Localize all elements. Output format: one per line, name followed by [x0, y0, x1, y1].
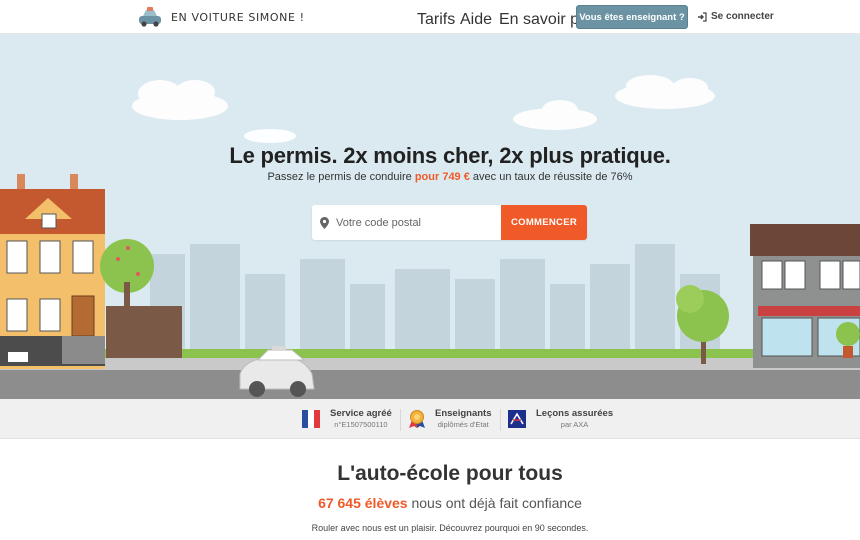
postal-code-field[interactable]: [312, 205, 501, 240]
trust-sub: n°E1507500110: [334, 420, 388, 429]
trust-item-service: Service agréé n°E1507500110: [302, 408, 392, 429]
french-flag-icon: [302, 409, 320, 428]
divider: [400, 409, 401, 431]
login-link[interactable]: Se connecter: [697, 11, 774, 22]
hero-subtitle: Passez le permis de conduire pour 749 € …: [0, 171, 860, 183]
students-stat: 67 645 élèves nous ont déjà fait confian…: [0, 495, 860, 511]
right-building: [750, 224, 860, 368]
logo[interactable]: EN VOITURE SIMONE !: [137, 5, 305, 29]
video-teaser-text: Rouler avec nous est un plaisir. Découvr…: [311, 523, 589, 533]
trust-bar: Service agréé n°E1507500110 Enseignants …: [0, 399, 860, 439]
sign-in-icon: [698, 11, 707, 22]
section-title: L'auto-école pour tous: [337, 462, 563, 485]
nav-tarifs[interactable]: Tarifs: [417, 11, 455, 29]
axa-logo-icon: [508, 409, 526, 428]
medal-icon: [409, 409, 425, 428]
postal-code-input[interactable]: [336, 216, 486, 229]
hero-section: Le permis. 2x moins cher, 2x plus pratiq…: [0, 34, 860, 399]
hero-title: Le permis. 2x moins cher, 2x plus pratiq…: [229, 143, 671, 168]
top-navbar: EN VOITURE SIMONE ! Tarifs Aide En savoi…: [0, 0, 860, 34]
hero-price: pour 749 €: [414, 171, 470, 183]
hero-subtitle-before: Passez le permis de conduire: [267, 171, 415, 183]
postal-code-form: COMMENCER: [312, 205, 587, 240]
students-count: 67 645 élèves: [318, 495, 408, 511]
map-pin-icon: [320, 216, 329, 229]
start-button[interactable]: COMMENCER: [501, 205, 587, 240]
trust-item-insurance: Leçons assurées par AXA: [508, 408, 613, 429]
trust-title: Leçons assurées: [536, 408, 614, 419]
students-stat-text: nous ont déjà fait confiance: [407, 495, 582, 511]
trust-title: Enseignants: [435, 408, 492, 419]
divider: [500, 409, 501, 431]
logo-text: EN VOITURE SIMONE !: [171, 10, 305, 24]
hero-subtitle-after: avec un taux de réussite de 76%: [469, 171, 633, 183]
nav-aide[interactable]: Aide: [460, 11, 492, 29]
login-label: Se connecter: [711, 11, 774, 22]
left-house: [0, 174, 105, 369]
trust-sub: diplômés d'Etat: [437, 420, 489, 429]
trust-item-teachers: Enseignants diplômés d'Etat: [409, 408, 492, 429]
trust-title: Service agréé: [330, 408, 392, 419]
teacher-button[interactable]: Vous êtes enseignant ?: [576, 5, 688, 29]
trust-sub: par AXA: [560, 420, 589, 429]
car-logo-icon: [139, 7, 161, 27]
